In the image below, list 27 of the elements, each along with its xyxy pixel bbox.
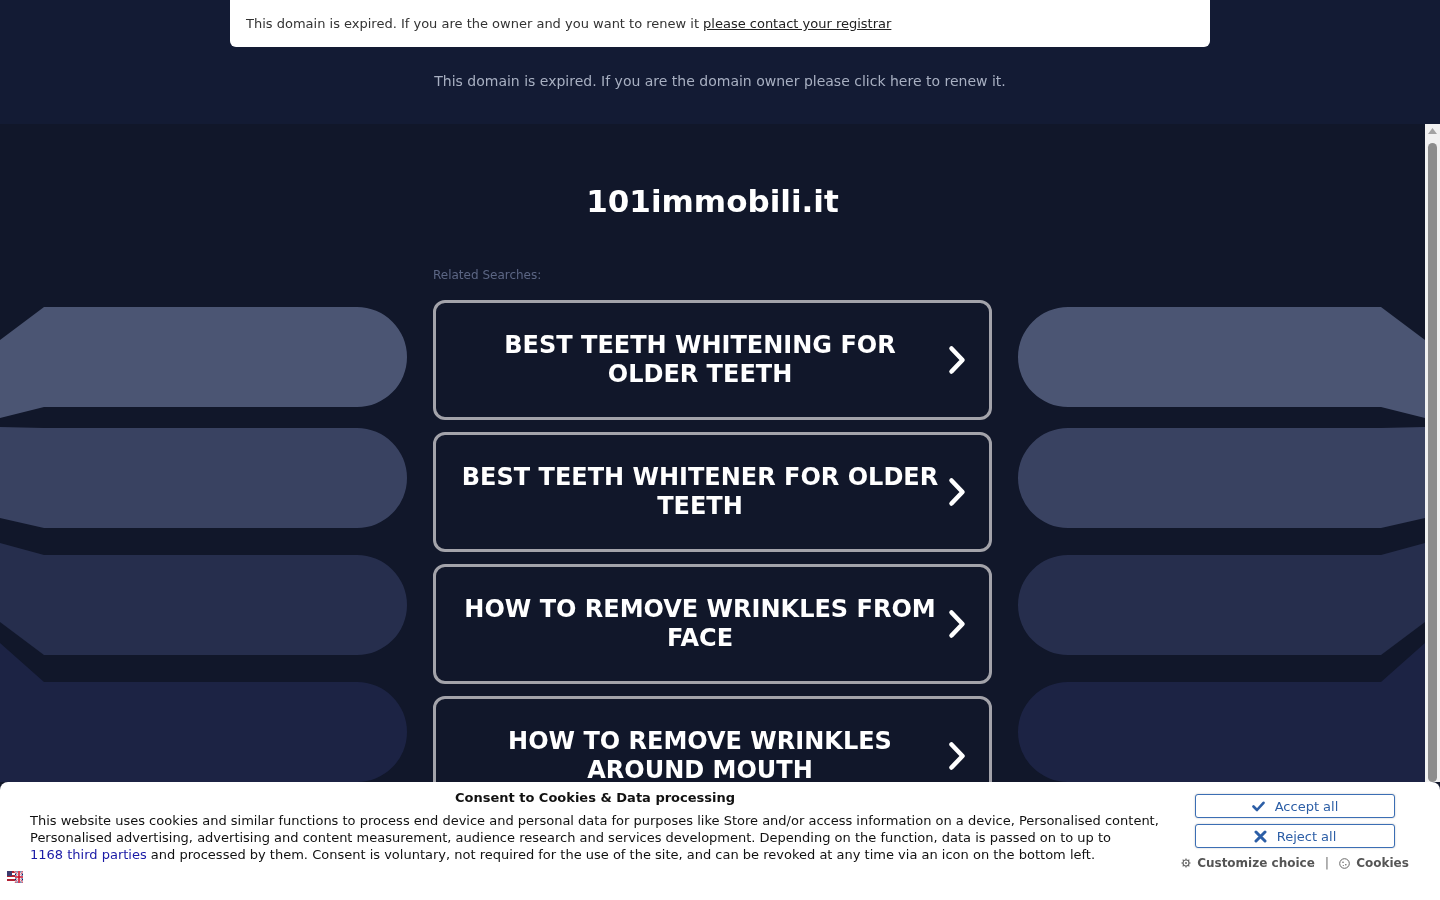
consent-title: Consent to Cookies & Data processing xyxy=(453,789,737,807)
cookies-link[interactable]: Cookies xyxy=(1339,854,1409,872)
third-parties-link[interactable]: 1168 third parties xyxy=(30,847,147,862)
search-link-button[interactable]: BEST TEETH WHITENER FOR OLDER TEETH xyxy=(433,432,992,552)
consent-text: This website uses cookies and similar functions to process end device and personal data for purposes like Store and/or access information on a device, Personalised content, Personalised advertising, advertising and content measurement, audience research and services development. Depending on the function, data is passed on to up to 1168 third parties and processed by them. Consent is voluntary, not required for the use of the site, and can be revoked at any time via an icon on the bottom left. xyxy=(30,812,1160,863)
check-icon xyxy=(1251,800,1265,812)
search-link-button[interactable]: BEST TEETH WHITENING FOR OLDER TEETH xyxy=(433,300,992,420)
link-separator: | xyxy=(1324,854,1330,872)
search-link-button[interactable]: HOW TO REMOVE WRINKLES AROUND MOUTH xyxy=(433,696,992,782)
site-title: 101immobili.it xyxy=(585,183,840,219)
cookie-icon xyxy=(1339,857,1351,869)
gear-icon xyxy=(1181,858,1192,868)
expiry-notice-text: This domain is expired. If you are the owner and you want to renew it xyxy=(246,16,700,31)
related-searches-label: Related Searches: xyxy=(433,267,543,283)
chevron-right-icon xyxy=(948,477,966,507)
chevron-right-icon xyxy=(948,345,966,375)
customize-choice-link[interactable]: Customize choice xyxy=(1181,854,1315,872)
renew-link[interactable]: This domain is expired. If you are the domain owner please click here to renew it. xyxy=(434,71,1006,91)
chevron-right-icon xyxy=(948,741,966,771)
search-link-button[interactable]: HOW TO REMOVE WRINKLES FROM FACE xyxy=(433,564,992,684)
cross-icon xyxy=(1253,829,1267,843)
scrollbar[interactable] xyxy=(1425,124,1440,782)
accept-all-button[interactable]: Accept all xyxy=(1195,794,1395,818)
flag-icon[interactable] xyxy=(7,871,23,883)
registrar-link[interactable]: please contact your registrar xyxy=(703,16,892,31)
reject-all-button[interactable]: Reject all xyxy=(1195,824,1395,848)
chevron-right-icon xyxy=(948,609,966,639)
